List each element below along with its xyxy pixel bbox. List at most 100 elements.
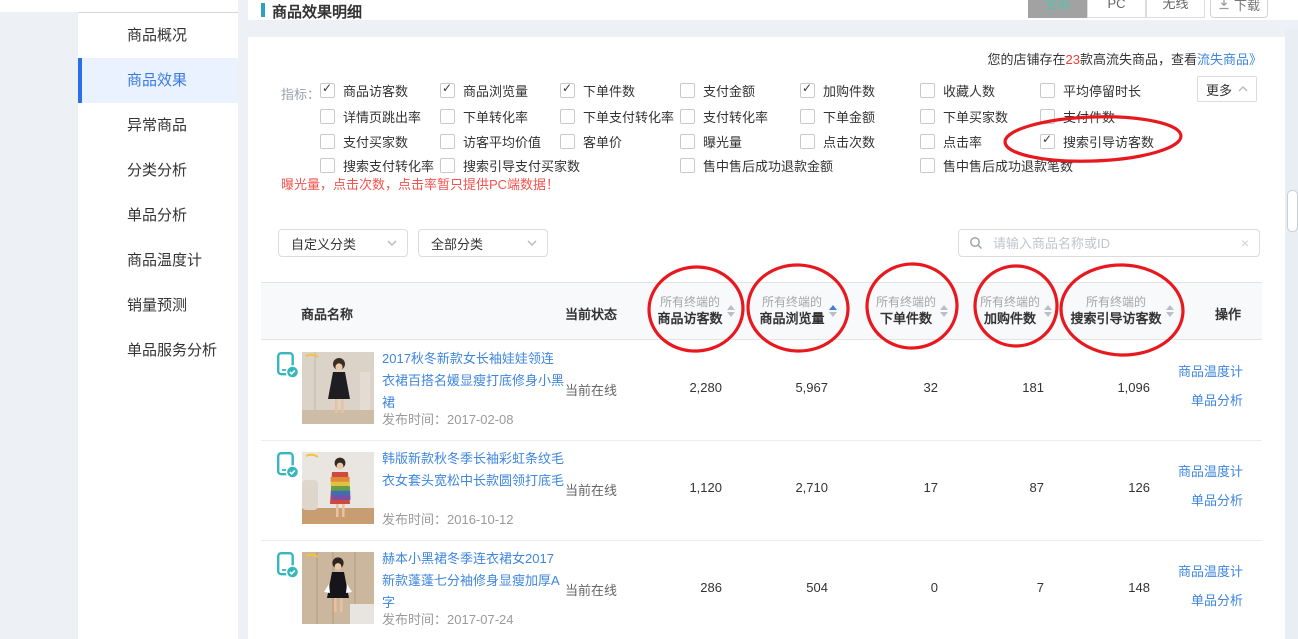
metric-label: 客单价 [583, 132, 622, 151]
view-tab-all[interactable]: 全部 [1028, 0, 1087, 18]
more-button[interactable]: 更多 [1197, 76, 1257, 102]
product-image[interactable] [302, 352, 374, 424]
page-scrollbar[interactable] [1287, 190, 1298, 232]
chevron-up-icon [1238, 86, 1248, 92]
checkbox-icon[interactable] [320, 158, 335, 173]
checkbox-icon[interactable] [320, 83, 335, 98]
metric-checkbox-item[interactable]: 搜索支付转化率 [320, 157, 434, 173]
checkbox-icon[interactable] [560, 83, 575, 98]
checkbox-icon[interactable] [1040, 109, 1055, 124]
sidebar-item-single-product-analysis[interactable]: 单品分析 [78, 193, 238, 238]
product-image[interactable] [302, 452, 374, 524]
metric-checkbox-item[interactable]: 搜索引导支付买家数 [440, 157, 580, 173]
checkbox-icon[interactable] [440, 134, 455, 149]
metric-checkbox-item[interactable]: 曝光量 [680, 133, 742, 149]
checkbox-icon[interactable] [920, 109, 935, 124]
metric-checkbox-item[interactable]: 下单件数 [560, 82, 635, 98]
product-title-link[interactable]: 韩版新款秋冬季长袖彩虹条纹毛衣女套头宽松中长款圆领打底毛 [382, 448, 566, 492]
sidebar-item-single-product-service[interactable]: 单品服务分析 [78, 328, 238, 373]
action-link-thermometer[interactable]: 商品温度计 [1178, 561, 1243, 580]
category-custom-dropdown[interactable]: 自定义分类 [278, 229, 408, 257]
metrics-label: 指标： [281, 84, 320, 103]
checkbox-icon[interactable] [920, 134, 935, 149]
metric-checkbox-item[interactable]: 下单金额 [800, 108, 875, 124]
clear-icon[interactable]: × [1241, 236, 1249, 250]
sort-icon[interactable] [829, 305, 837, 317]
checkbox-icon[interactable] [1040, 83, 1055, 98]
notice-text-middle: 款高流失商品，查看 [1080, 52, 1197, 67]
view-tab-wireless[interactable]: 无线 [1146, 0, 1205, 18]
checkbox-icon[interactable] [440, 109, 455, 124]
action-link-analysis[interactable]: 单品分析 [1191, 490, 1243, 509]
checkbox-icon[interactable] [680, 158, 695, 173]
checkbox-icon[interactable] [800, 109, 815, 124]
metric-checkbox-item[interactable]: 支付买家数 [320, 133, 408, 149]
sidebar-item-product-effect[interactable]: 商品效果 [78, 58, 238, 103]
metric-checkbox-item[interactable]: 支付转化率 [680, 108, 768, 124]
action-link-analysis[interactable]: 单品分析 [1191, 590, 1243, 609]
action-link-thermometer[interactable]: 商品温度计 [1178, 461, 1243, 480]
metric-checkbox-item[interactable]: 支付金额 [680, 82, 755, 98]
category-all-dropdown[interactable]: 全部分类 [418, 229, 548, 257]
checkbox-icon[interactable] [800, 83, 815, 98]
metric-checkbox-item[interactable]: 下单转化率 [440, 108, 528, 124]
action-link-thermometer[interactable]: 商品温度计 [1178, 361, 1243, 380]
checkbox-icon[interactable] [920, 158, 935, 173]
checkbox-icon[interactable] [680, 134, 695, 149]
metric-checkbox-item[interactable]: 收藏人数 [920, 82, 995, 98]
metric-value-orders: 17 [828, 480, 938, 495]
col-header-search-visitors[interactable]: 所有终端的搜索引导访客数 [1047, 294, 1197, 328]
metric-checkbox-item[interactable]: 点击次数 [800, 133, 875, 149]
sidebar-menu: 商品概况 商品效果 异常商品 分类分析 单品分析 商品温度计 销量预测 单品服务… [78, 12, 238, 373]
metric-checkbox-item[interactable]: 点击率 [920, 133, 982, 149]
metric-checkbox-item[interactable]: 商品浏览量 [440, 82, 528, 98]
checkbox-icon[interactable] [680, 83, 695, 98]
col-header-product-name: 商品名称 [301, 304, 353, 323]
metric-label: 售中售后成功退款笔数 [943, 156, 1073, 175]
metric-checkbox-item[interactable]: 商品访客数 [320, 82, 408, 98]
metric-checkbox-item[interactable]: 平均停留时长 [1040, 82, 1141, 98]
checkbox-icon[interactable] [440, 158, 455, 173]
view-tab-pc[interactable]: PC [1087, 0, 1146, 18]
action-link-analysis[interactable]: 单品分析 [1191, 390, 1243, 409]
terminal-prefix: 所有终端的 [876, 294, 936, 310]
checkbox-icon[interactable] [320, 109, 335, 124]
checkbox-icon[interactable] [320, 134, 335, 149]
checkbox-icon[interactable] [560, 134, 575, 149]
sidebar-item-product-overview[interactable]: 商品概况 [78, 13, 238, 58]
metric-checkbox-item[interactable]: 下单支付转化率 [560, 108, 674, 124]
sidebar-item-abnormal-products[interactable]: 异常商品 [78, 103, 238, 148]
checkbox-icon[interactable] [440, 83, 455, 98]
sidebar-item-category-analysis[interactable]: 分类分析 [78, 148, 238, 193]
notice-link[interactable]: 流失商品》 [1197, 52, 1262, 67]
metric-checkbox-item-search-visitors[interactable]: 搜索引导访客数 [1040, 133, 1154, 149]
metric-checkbox-item[interactable]: 售中售后成功退款笔数 [920, 157, 1073, 173]
metric-checkbox-item[interactable]: 支付件数 [1040, 108, 1115, 124]
checkbox-icon[interactable] [1040, 134, 1055, 149]
checkbox-icon[interactable] [680, 109, 695, 124]
checkbox-icon[interactable] [560, 109, 575, 124]
metric-value-pageviews: 504 [718, 580, 828, 595]
metric-checkbox-item[interactable]: 客单价 [560, 133, 622, 149]
product-title-link[interactable]: 2017秋冬新款女长袖娃娃领连衣裙百搭名媛显瘦打底修身小黑裙 [382, 348, 566, 414]
sidebar-item-product-thermometer[interactable]: 商品温度计 [78, 238, 238, 283]
metric-checkbox-item[interactable]: 加购件数 [800, 82, 875, 98]
status-text: 当前在线 [565, 380, 617, 399]
metric-value-visitors: 1,120 [612, 480, 722, 495]
metric-label: 访客平均价值 [463, 132, 541, 151]
checkbox-icon[interactable] [800, 134, 815, 149]
checkbox-icon[interactable] [920, 83, 935, 98]
sort-icon[interactable] [1166, 305, 1174, 317]
metric-checkbox-item[interactable]: 下单买家数 [920, 108, 1008, 124]
product-search-input[interactable] [991, 235, 1233, 252]
metric-checkbox-item[interactable]: 详情页跳出率 [320, 108, 421, 124]
metric-checkbox-item[interactable]: 访客平均价值 [440, 133, 541, 149]
sidebar-item-sales-forecast[interactable]: 销量预测 [78, 283, 238, 328]
product-image[interactable] [302, 552, 374, 624]
product-title-link[interactable]: 赫本小黑裙冬季连衣裙女2017新款蓬蓬七分袖修身显瘦加厚A字 [382, 548, 566, 614]
metric-label: 搜索支付转化率 [343, 156, 434, 175]
terminal-prefix: 所有终端的 [980, 294, 1040, 310]
metric-checkbox-item[interactable]: 售中售后成功退款金额 [680, 157, 833, 173]
download-button[interactable]: 下载 [1210, 0, 1268, 18]
metric-value-cart-adds: 87 [934, 480, 1044, 495]
